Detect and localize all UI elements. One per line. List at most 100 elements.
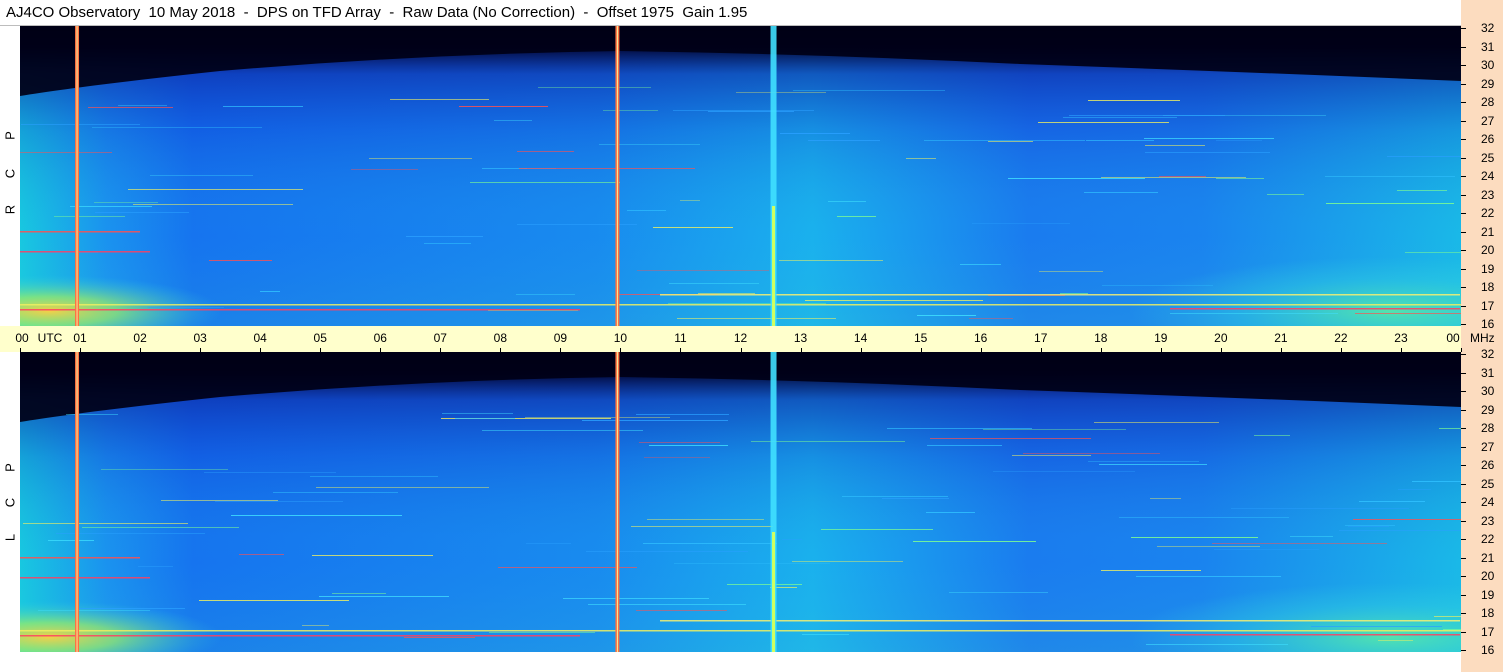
frequency-tick-mark xyxy=(1461,324,1466,325)
frequency-tick-mark xyxy=(1461,139,1466,140)
carrier-line xyxy=(660,620,1460,622)
spectrogram-svg-0 xyxy=(20,26,1461,326)
interference-line xyxy=(538,87,651,88)
frequency-tick-mark xyxy=(1461,428,1466,429)
interference-line xyxy=(698,293,755,294)
carrier-line xyxy=(20,577,150,579)
vertical-burst-2 xyxy=(770,352,777,652)
carrier-line xyxy=(20,557,140,559)
interference-line xyxy=(639,442,720,443)
time-tick-mark xyxy=(920,348,922,352)
frequency-tick-mark xyxy=(1461,305,1466,307)
interference-line xyxy=(1145,152,1270,153)
frequency-tick-mark xyxy=(1461,520,1466,522)
time-tick-label: 16 xyxy=(973,331,988,345)
interference-line xyxy=(209,260,272,261)
frequency-tick-label: 25 xyxy=(1481,150,1495,165)
frequency-tick-mark xyxy=(1461,157,1466,159)
frequency-tick-mark xyxy=(1461,613,1466,614)
interference-line xyxy=(727,584,802,585)
interference-line xyxy=(887,428,1032,429)
interference-line xyxy=(1038,122,1169,123)
interference-line xyxy=(302,625,329,626)
interference-line xyxy=(138,566,173,567)
rcp-spectrogram xyxy=(20,26,1461,326)
frequency-tick-mark xyxy=(1461,176,1466,177)
interference-line xyxy=(88,107,173,108)
carrier-line xyxy=(20,309,580,311)
interference-line xyxy=(455,418,515,419)
interference-line xyxy=(917,315,976,316)
time-tick-mark xyxy=(1100,348,1102,352)
interference-line xyxy=(1359,501,1425,502)
interference-line xyxy=(842,496,948,497)
frequency-tick-label: 29 xyxy=(1481,402,1495,417)
vertical-burst-1 xyxy=(615,352,620,652)
frequency-tick-label: 27 xyxy=(1481,113,1495,128)
lcp-letter-l: L xyxy=(2,533,18,542)
interference-line xyxy=(1339,530,1461,531)
interference-line xyxy=(310,476,438,477)
frequency-tick-label: 24 xyxy=(1481,495,1495,509)
interference-line xyxy=(1170,313,1338,314)
interference-line xyxy=(839,296,872,297)
time-tick-mark xyxy=(80,348,82,352)
interference-line xyxy=(517,151,574,152)
frequency-tick-label: 30 xyxy=(1481,384,1495,398)
interference-line xyxy=(223,106,303,107)
interference-line xyxy=(1008,178,1145,179)
frequency-tick-mark xyxy=(1461,594,1466,596)
interference-line xyxy=(133,204,293,205)
interference-line xyxy=(1434,616,1461,617)
time-tick-mark xyxy=(560,348,562,352)
interference-line xyxy=(906,158,936,159)
interference-line xyxy=(1212,543,1387,544)
time-tick-label: 07 xyxy=(433,331,447,345)
time-tick-mark xyxy=(140,348,142,352)
frequency-tick-label: 17 xyxy=(1481,298,1495,313)
interference-line xyxy=(150,175,253,176)
interference-line xyxy=(988,141,1033,142)
carrier-line xyxy=(20,231,140,233)
interference-line xyxy=(680,200,700,201)
frequency-tick-label: 26 xyxy=(1481,132,1495,146)
interference-line xyxy=(653,227,733,228)
interference-line xyxy=(993,471,1135,472)
interference-line xyxy=(673,110,814,111)
vertical-burst-2 xyxy=(770,26,777,326)
interference-line xyxy=(316,487,489,488)
interference-line xyxy=(525,417,670,418)
interference-line xyxy=(312,555,433,556)
frequency-tick-mark xyxy=(1461,409,1466,411)
interference-line xyxy=(1355,313,1461,314)
interference-line xyxy=(70,206,152,207)
frequency-tick-mark xyxy=(1461,250,1466,251)
interference-line xyxy=(199,600,349,601)
interference-line xyxy=(808,140,880,141)
time-tick-label: 14 xyxy=(853,331,868,345)
interference-line xyxy=(273,492,398,493)
time-tick-label: 05 xyxy=(313,331,327,345)
carrier-line xyxy=(20,304,1461,306)
vertical-burst-1 xyxy=(615,26,620,326)
interference-line xyxy=(1443,629,1461,630)
interference-line xyxy=(1398,489,1431,490)
interference-line xyxy=(782,539,802,540)
time-tick-label: 13 xyxy=(793,331,808,345)
interference-line xyxy=(1311,626,1442,627)
interference-line xyxy=(77,608,185,609)
time-tick-label: 18 xyxy=(1094,331,1108,345)
time-tick-mark xyxy=(1040,348,1042,352)
frequency-tick-mark xyxy=(1461,102,1466,103)
interference-line xyxy=(1150,498,1181,499)
interference-line xyxy=(1146,644,1288,645)
time-tick-mark xyxy=(440,348,442,352)
time-tick-mark xyxy=(740,348,742,352)
frequency-tick-mark xyxy=(1461,268,1466,270)
interference-line xyxy=(949,592,1048,593)
time-tick-mark xyxy=(1400,348,1402,352)
interference-line xyxy=(369,158,472,159)
interference-line xyxy=(792,561,903,562)
interference-line xyxy=(926,512,975,513)
frequency-tick-mark xyxy=(1461,465,1466,466)
